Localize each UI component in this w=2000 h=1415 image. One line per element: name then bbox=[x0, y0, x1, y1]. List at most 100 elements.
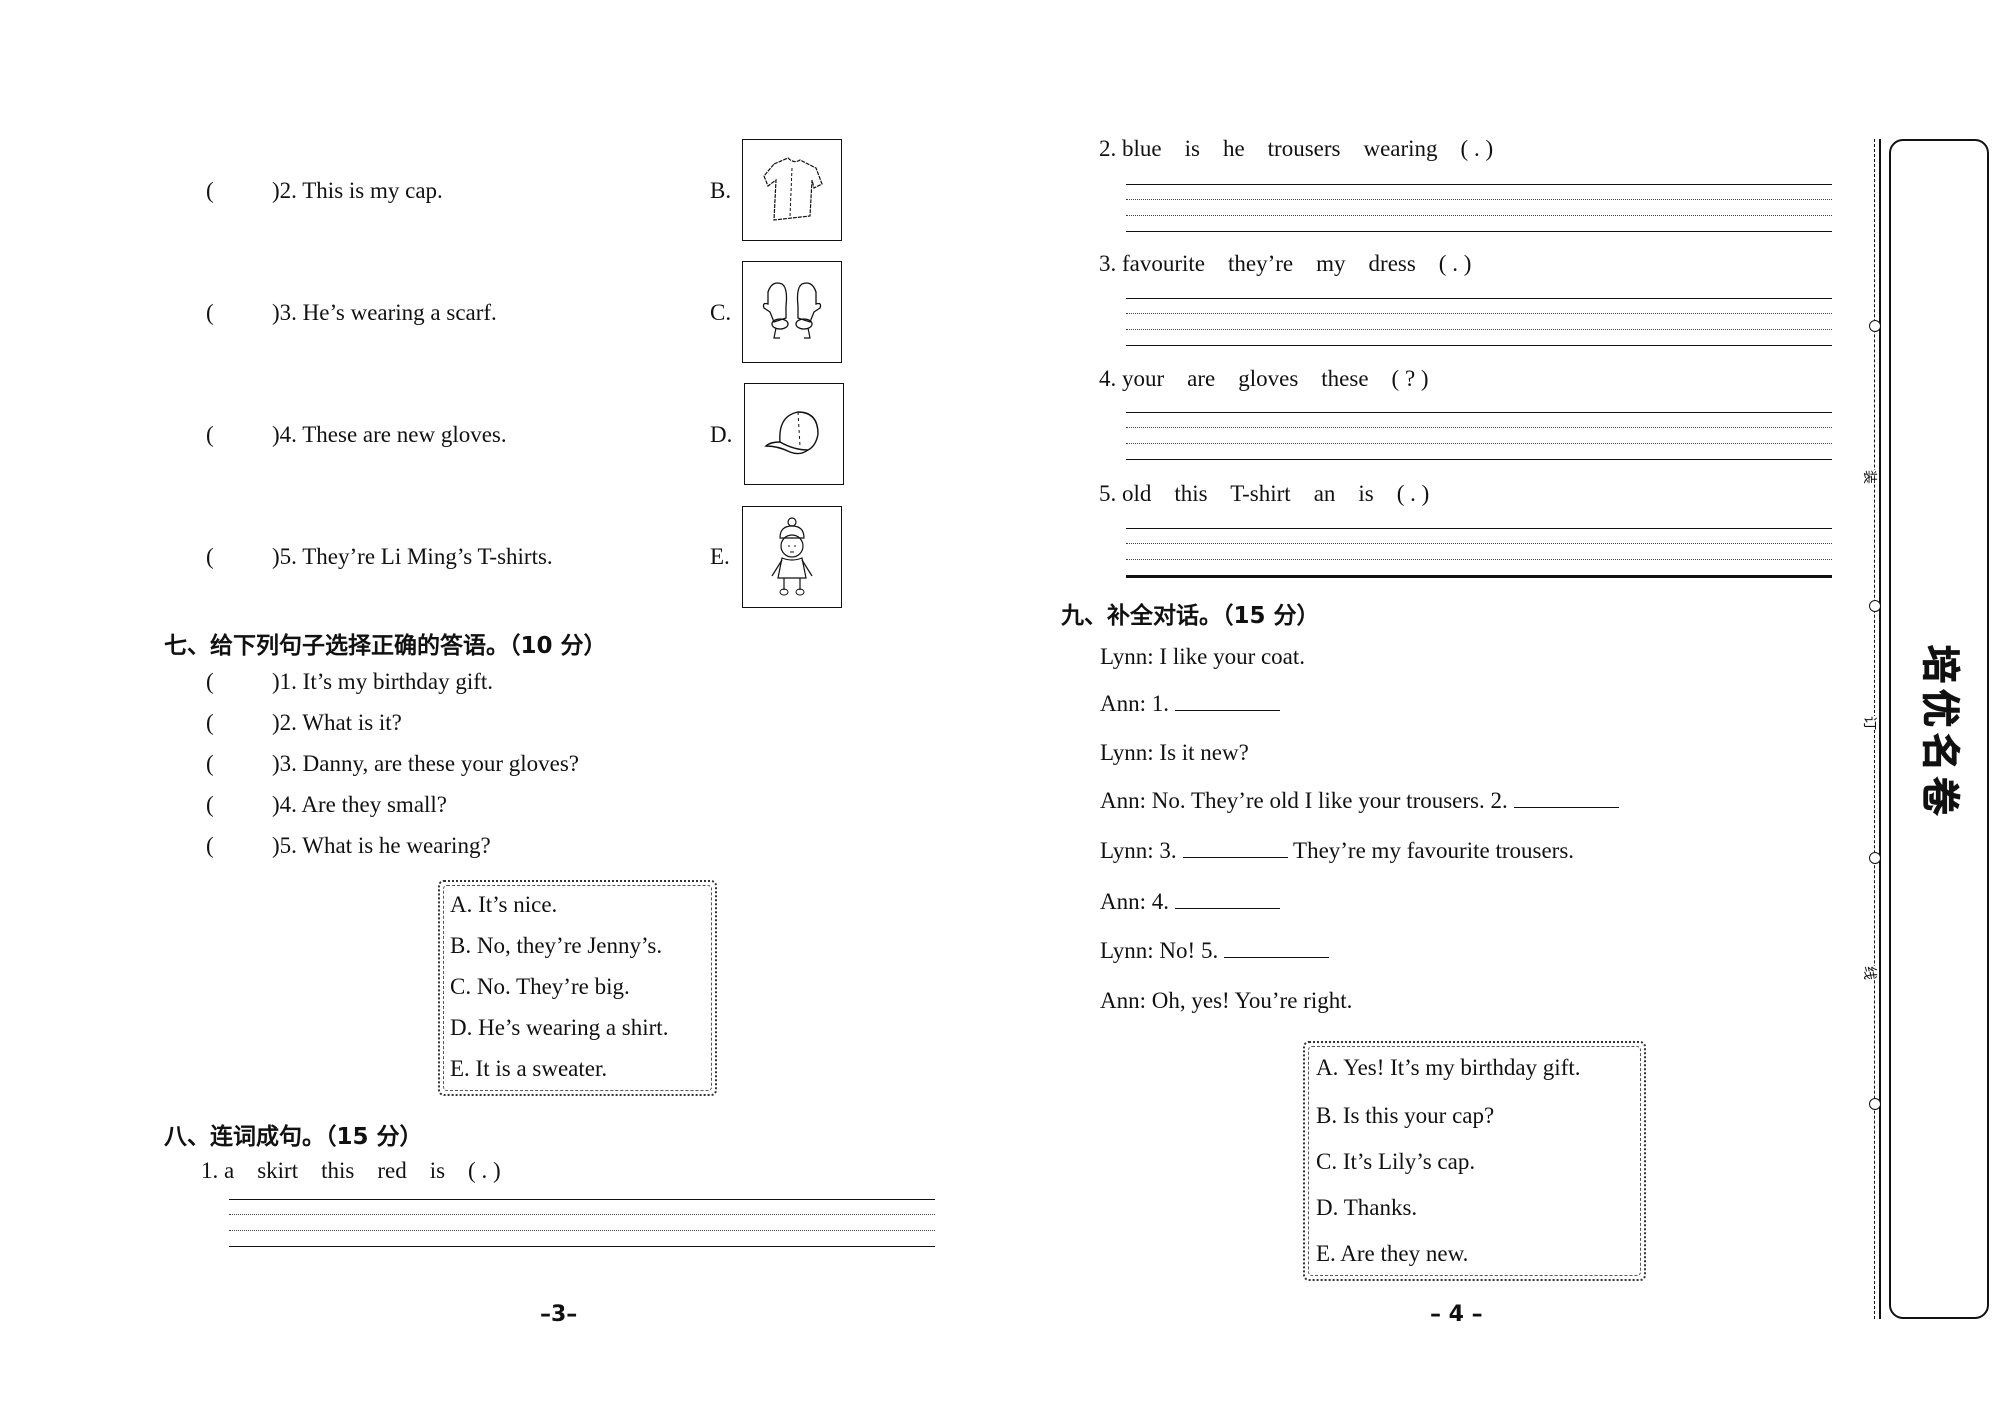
dialogue-text-after: They’re my favourite trousers. bbox=[1293, 838, 1575, 863]
answer-paren-open[interactable]: ( bbox=[206, 544, 214, 570]
question-item: )2. What is it? bbox=[272, 710, 402, 736]
brand-logo: 培 优 名 卷 bbox=[1905, 640, 1975, 820]
matching-item-text: )5. They’re Li Ming’s T-shirts. bbox=[272, 544, 553, 570]
answer-paren-close: ) bbox=[272, 792, 280, 817]
option-b: B. Is this your cap? bbox=[1316, 1103, 1495, 1128]
option-e: E. It is a sweater. bbox=[450, 1056, 608, 1081]
answer-paren-open[interactable]: ( bbox=[206, 833, 214, 859]
writing-lines[interactable] bbox=[1126, 528, 1832, 578]
word-order-item: 3. favourite they’re my dress ( . ) bbox=[1099, 251, 1472, 276]
writing-lines[interactable] bbox=[1126, 298, 1832, 348]
writing-lines[interactable] bbox=[229, 1199, 935, 1249]
dialogue-line: Ann: No. They’re old I like your trouser… bbox=[1100, 788, 1619, 814]
dialogue-line: Ann: Oh, yes! You’re right. bbox=[1100, 988, 1352, 1014]
answer-paren-open[interactable]: ( bbox=[206, 792, 214, 818]
answer-paren-close: ) bbox=[272, 751, 280, 776]
picture-label: E. bbox=[710, 544, 730, 569]
answer-paren-close: ) bbox=[272, 833, 280, 858]
answer-blank-2[interactable] bbox=[1513, 789, 1619, 808]
writing-lines[interactable] bbox=[1126, 184, 1832, 234]
answer-paren-close: ) bbox=[272, 710, 280, 735]
dialogue-text: Lynn: No! 5. bbox=[1100, 938, 1219, 963]
question-text: 4. Are they small? bbox=[279, 792, 448, 817]
option-b: B. No, they’re Jenny’s. bbox=[450, 933, 663, 958]
picture-label: D. bbox=[710, 422, 733, 447]
dialogue-line: Lynn: Is it new? bbox=[1100, 740, 1249, 766]
binding-hole-icon bbox=[1869, 1098, 1881, 1110]
cap-picture bbox=[744, 383, 844, 485]
answer-paren-open[interactable]: ( bbox=[206, 178, 214, 204]
dialogue-text: Lynn: Is it new? bbox=[1100, 740, 1249, 765]
question-text: 2. What is it? bbox=[279, 710, 402, 735]
binding-hole-icon bbox=[1869, 320, 1881, 332]
option-d: D. He’s wearing a shirt. bbox=[450, 1015, 669, 1040]
dialogue-line: Lynn: No! 5. bbox=[1100, 938, 1330, 964]
option-d: D. Thanks. bbox=[1316, 1195, 1418, 1220]
matching-item-text: )3. He’s wearing a scarf. bbox=[272, 300, 497, 326]
answer-paren-close: ) bbox=[272, 669, 280, 694]
question-item: )1. It’s my birthday gift. bbox=[272, 669, 493, 695]
question-item: )3. Danny, are these your gloves? bbox=[272, 751, 579, 777]
mittens-icon bbox=[762, 282, 822, 339]
answer-paren-close: ) bbox=[272, 300, 280, 325]
page-number-left: –3– bbox=[540, 1302, 578, 1327]
word-order-item: 5. old this T-shirt an is ( . ) bbox=[1099, 481, 1430, 506]
answer-paren-open[interactable]: ( bbox=[206, 669, 214, 695]
logo-char: 优 bbox=[1917, 688, 1962, 728]
logo-char: 培 bbox=[1917, 644, 1962, 684]
writing-lines[interactable] bbox=[1126, 412, 1832, 462]
dialogue-line: Lynn: 3. They’re my favourite trousers. bbox=[1100, 838, 1574, 864]
picture-label: C. bbox=[710, 300, 732, 325]
logo-char: 名 bbox=[1917, 732, 1962, 772]
binding-label: 装 bbox=[1861, 470, 1877, 484]
answer-paren-close: ) bbox=[272, 178, 280, 203]
dialogue-text: Lynn: 3. bbox=[1100, 838, 1177, 863]
dialogue-text: Ann: 1. bbox=[1100, 691, 1169, 716]
answer-paren-open[interactable]: ( bbox=[206, 422, 214, 448]
option-e: E. Are they new. bbox=[1316, 1241, 1469, 1266]
answer-paren-close: ) bbox=[272, 544, 280, 569]
mittens-picture bbox=[742, 261, 842, 363]
matching-item-text: )2. This is my cap. bbox=[272, 178, 443, 204]
dialogue-text: Ann: Oh, yes! You’re right. bbox=[1100, 988, 1353, 1013]
dialogue-text: Ann: 4. bbox=[1100, 889, 1169, 914]
matching-item-text: )4. These are new gloves. bbox=[272, 422, 507, 448]
t-shirt-picture bbox=[742, 139, 842, 241]
answer-paren-open[interactable]: ( bbox=[206, 710, 214, 736]
dialogue-text: Lynn: I like your coat. bbox=[1100, 644, 1306, 669]
option-c: C. No. They’re big. bbox=[450, 974, 630, 999]
dialogue-line: Ann: 1. bbox=[1100, 691, 1280, 717]
logo-char: 卷 bbox=[1917, 776, 1962, 816]
section-7-title: 七、给下列句子选择正确的答语。（10 分） bbox=[164, 633, 607, 659]
child-in-winter-clothes-picture bbox=[742, 506, 842, 608]
binding-hole-icon bbox=[1869, 600, 1881, 612]
section-9-title: 九、补全对话。（15 分） bbox=[1061, 603, 1320, 629]
binding-hole-icon bbox=[1869, 852, 1881, 864]
section-8-title: 八、连词成句。（15 分） bbox=[164, 1124, 423, 1150]
item-sentence: 5. They’re Li Ming’s T-shirts. bbox=[279, 544, 553, 569]
question-text: 1. It’s my birthday gift. bbox=[279, 669, 494, 694]
answer-blank-5[interactable] bbox=[1224, 939, 1330, 958]
item-sentence: 4. These are new gloves. bbox=[279, 422, 507, 447]
answer-blank-1[interactable] bbox=[1175, 692, 1280, 711]
answer-blank-3[interactable] bbox=[1182, 839, 1288, 858]
picture-label: B. bbox=[710, 178, 732, 203]
answer-paren-open[interactable]: ( bbox=[206, 300, 214, 326]
answer-paren-close: ) bbox=[272, 422, 280, 447]
child-icon bbox=[771, 517, 813, 596]
answer-paren-open[interactable]: ( bbox=[206, 751, 214, 777]
answer-blank-4[interactable] bbox=[1175, 890, 1280, 909]
word-order-item: 4. your are gloves these ( ? ) bbox=[1099, 366, 1429, 391]
cap-icon bbox=[764, 411, 819, 455]
item-sentence: 3. He’s wearing a scarf. bbox=[279, 300, 497, 325]
binding-label: 订 bbox=[1861, 716, 1877, 730]
binding-label: 线 bbox=[1861, 966, 1877, 980]
question-item: )5. What is he wearing? bbox=[272, 833, 491, 859]
option-a: A. Yes! It’s my birthday gift. bbox=[1316, 1055, 1581, 1080]
word-order-item: 2. blue is he trousers wearing ( . ) bbox=[1099, 136, 1494, 161]
item-sentence: 2. This is my cap. bbox=[279, 178, 443, 203]
dialogue-line: Ann: 4. bbox=[1100, 889, 1280, 915]
dialogue-text: Ann: No. They’re old I like your trouser… bbox=[1100, 788, 1508, 813]
word-order-item: 1. a skirt this red is ( . ) bbox=[201, 1158, 501, 1183]
t-shirt-icon bbox=[763, 157, 823, 221]
